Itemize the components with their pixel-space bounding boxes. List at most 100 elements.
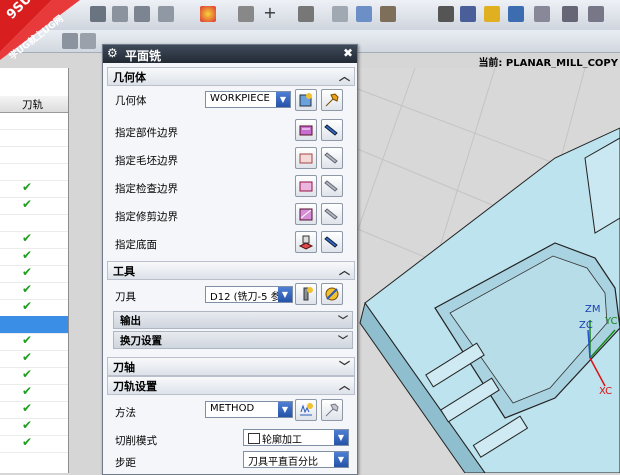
table-row[interactable]: ✔: [0, 282, 68, 300]
cut-mode-select[interactable]: 轮廓加工 ▼: [243, 429, 349, 446]
stepover-label: 步距: [115, 457, 136, 469]
table-row[interactable]: ✔: [0, 367, 68, 385]
tool-icon-1[interactable]: [90, 6, 106, 22]
section-geometry[interactable]: 几何体 ︿: [107, 67, 355, 86]
table-row[interactable]: ✔: [0, 333, 68, 351]
axis-label-xc: XC: [599, 386, 613, 397]
edit-geometry-button[interactable]: [321, 89, 343, 111]
table-row[interactable]: ✔: [0, 197, 68, 215]
table-row[interactable]: [0, 214, 68, 232]
table-row[interactable]: ✔: [0, 418, 68, 436]
trim-boundary-icon: [299, 208, 313, 221]
column-header-toolpath: 刀轨: [22, 99, 43, 111]
tool-select[interactable]: D12 (铣刀-5 参 ▼: [205, 286, 293, 303]
dialog-titlebar[interactable]: ⚙ 平面铣 ✖: [103, 45, 357, 63]
display-check-boundary-button[interactable]: [321, 175, 343, 197]
display-trim-boundary-button[interactable]: [321, 203, 343, 225]
wrench-icon: [325, 93, 339, 107]
edit-tool-button[interactable]: [321, 283, 343, 305]
edit-method-button[interactable]: [321, 399, 343, 421]
tool-icon-16[interactable]: [534, 6, 550, 22]
table-row[interactable]: ✔: [0, 299, 68, 317]
chevron-down-icon[interactable]: ▼: [334, 452, 348, 467]
tool-label: 刀具: [115, 291, 136, 303]
tool-select-value: D12 (铣刀-5 参: [210, 292, 278, 303]
select-floor-button[interactable]: [295, 231, 317, 253]
tool-icon-13[interactable]: [460, 6, 476, 22]
tool-icon-17[interactable]: [562, 6, 578, 22]
chevron-down-icon[interactable]: ▼: [334, 430, 348, 445]
part-boundary-icon: [299, 125, 313, 136]
check-icon: ✔: [22, 282, 33, 296]
tool-icon-2[interactable]: [112, 6, 128, 22]
stepover-select[interactable]: 刀具平直百分比 ▼: [243, 451, 349, 468]
select-part-boundary-button[interactable]: [295, 119, 317, 141]
select-check-boundary-button[interactable]: [295, 175, 317, 197]
new-geometry-button[interactable]: [295, 89, 317, 111]
chevron-down-icon[interactable]: ﹀: [338, 332, 348, 347]
tool-icon-11[interactable]: [380, 6, 396, 22]
section-path-settings[interactable]: 刀轨设置 ︿: [107, 376, 355, 395]
color-wheel-icon[interactable]: [200, 6, 216, 22]
chevron-up-icon[interactable]: ︿: [339, 68, 350, 84]
tool-icon-4[interactable]: [158, 6, 174, 22]
plus-icon[interactable]: +: [262, 5, 278, 22]
tool-icon-15[interactable]: [508, 6, 524, 22]
planar-mill-dialog: ⚙ 平面铣 ✖ 几何体 ︿ 几何体 WORKPIECE ▼ 指定部件边界 指定毛…: [102, 44, 358, 475]
check-icon: ✔: [22, 367, 33, 381]
list-header: 刀轨: [0, 96, 68, 113]
table-row[interactable]: ✔: [0, 401, 68, 419]
tool-icon-18[interactable]: [588, 6, 604, 22]
geometry-select[interactable]: WORKPIECE ▼: [205, 91, 291, 108]
method-select[interactable]: METHOD ▼: [205, 401, 293, 418]
geometry-select-value: WORKPIECE: [210, 93, 270, 104]
table-row[interactable]: [0, 129, 68, 147]
tool-icon-3[interactable]: [134, 6, 150, 22]
select-blank-boundary-button[interactable]: [295, 147, 317, 169]
tool-icon-6[interactable]: [238, 6, 254, 22]
chevron-down-icon[interactable]: ﹀: [339, 358, 350, 374]
table-row[interactable]: [0, 146, 68, 164]
chevron-down-icon[interactable]: ▼: [276, 92, 290, 107]
tool-icon-10[interactable]: [356, 6, 372, 22]
table-row[interactable]: [0, 112, 68, 130]
tool-icon-9[interactable]: [332, 6, 348, 22]
check-icon: ✔: [22, 384, 33, 398]
display-part-boundary-button[interactable]: [321, 119, 343, 141]
chevron-down-icon[interactable]: ▼: [278, 402, 292, 417]
section-tool[interactable]: 工具 ︿: [107, 261, 355, 280]
table-row[interactable]: ✔: [0, 180, 68, 198]
chevron-down-icon[interactable]: ﹀: [338, 312, 348, 327]
new-method-icon: [300, 403, 313, 416]
new-method-button[interactable]: [295, 399, 317, 421]
tool-icon-12[interactable]: [438, 6, 454, 22]
new-tool-button[interactable]: [295, 283, 317, 305]
table-row[interactable]: ✔: [0, 248, 68, 266]
table-row[interactable]: ✔: [0, 265, 68, 283]
table-row[interactable]: [0, 316, 68, 334]
table-row[interactable]: ✔: [0, 435, 68, 453]
display-blank-boundary-button[interactable]: [321, 147, 343, 169]
operation-list[interactable]: ✔ ✔ ✔ ✔ ✔ ✔ ✔ ✔ ✔ ✔ ✔ ✔ ✔ ✔: [0, 68, 69, 473]
chevron-down-icon[interactable]: ▼: [278, 287, 292, 302]
gear-icon[interactable]: ⚙: [107, 46, 118, 60]
table-row[interactable]: ✔: [0, 231, 68, 249]
close-icon[interactable]: ✖: [343, 46, 353, 60]
tool-icon-8[interactable]: [298, 6, 314, 22]
display-floor-button[interactable]: [321, 231, 343, 253]
chevron-up-icon[interactable]: ︿: [339, 377, 350, 393]
section-tool-axis[interactable]: 刀轴 ﹀: [107, 357, 355, 376]
tool-icon-20[interactable]: [80, 33, 96, 49]
select-trim-boundary-button[interactable]: [295, 203, 317, 225]
tool-icon-14[interactable]: [484, 6, 500, 22]
chevron-up-icon[interactable]: ︿: [339, 262, 350, 278]
check-icon: ✔: [22, 248, 33, 262]
table-row[interactable]: ✔: [0, 350, 68, 368]
subsection-output[interactable]: 输出 ﹀: [113, 311, 353, 329]
table-row[interactable]: [0, 163, 68, 181]
subsection-tool-change[interactable]: 换刀设置 ﹀: [113, 331, 353, 349]
method-label: 方法: [115, 407, 136, 419]
blank-boundary-label: 指定毛坯边界: [115, 155, 178, 167]
graphics-viewport[interactable]: ZM ZC YC XC: [355, 68, 620, 473]
table-row[interactable]: ✔: [0, 384, 68, 402]
